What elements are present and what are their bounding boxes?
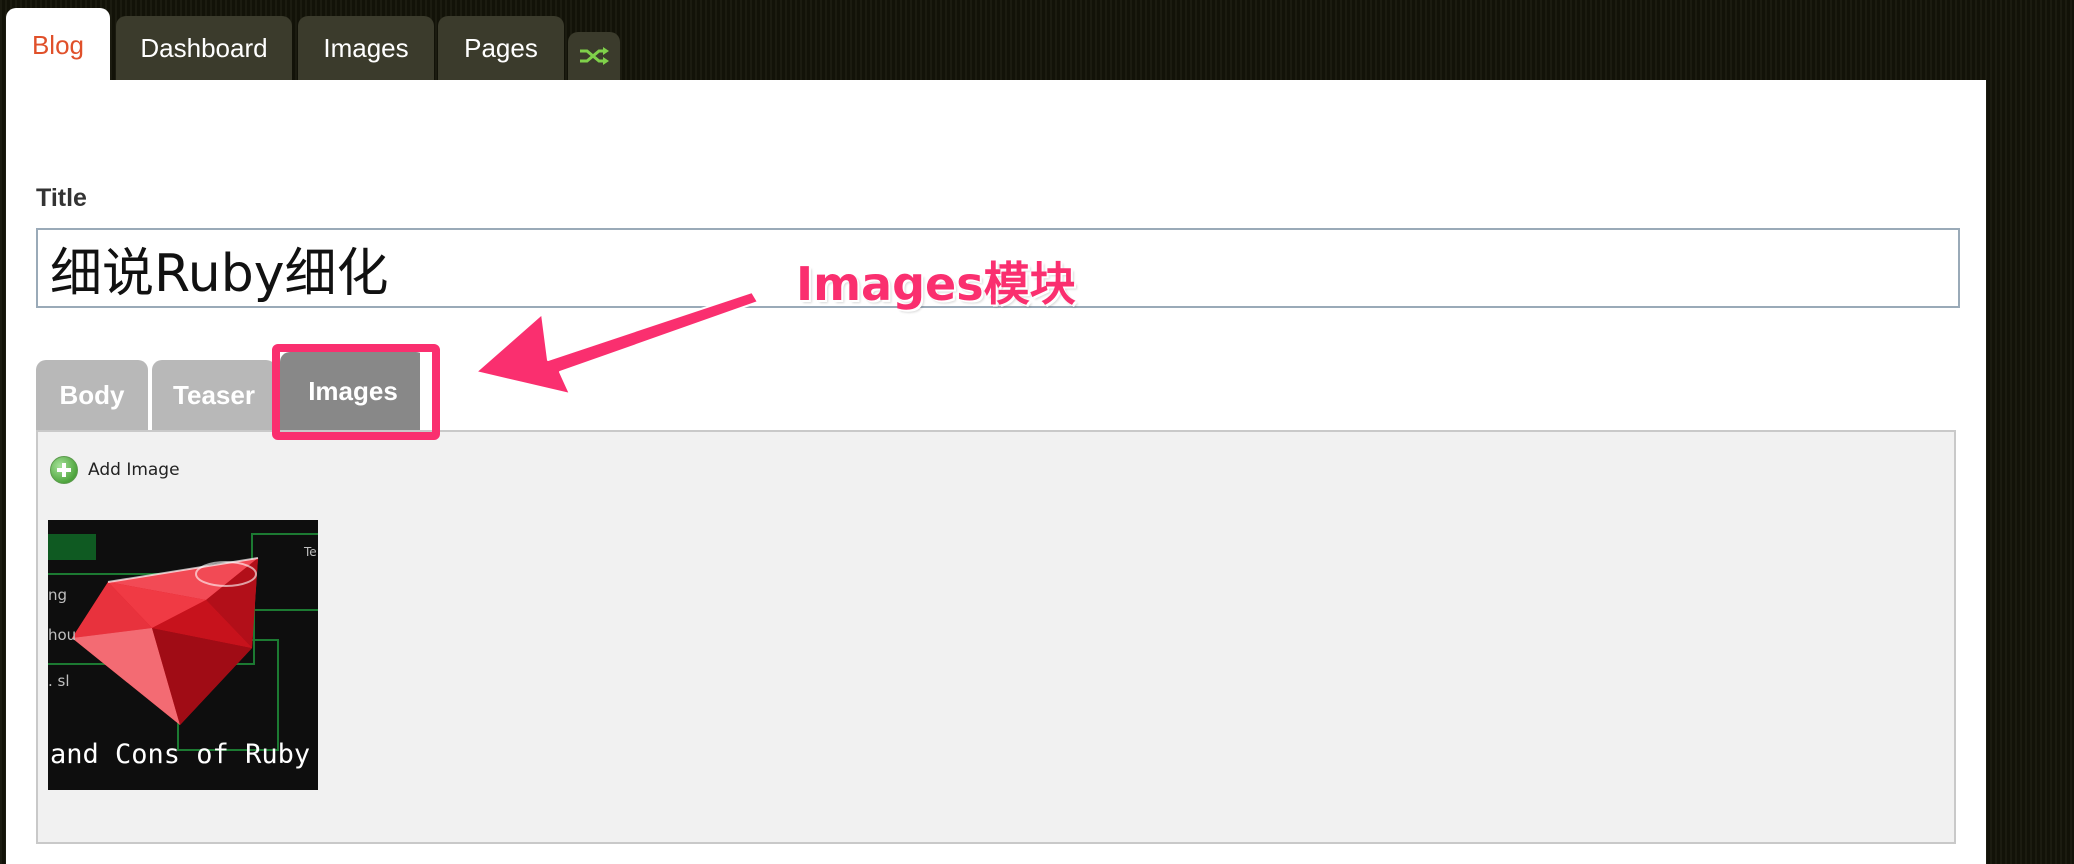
thumb-side-text: Te <box>303 545 317 559</box>
thumb-side-text: hou <box>48 626 76 644</box>
tab-images[interactable]: Images <box>280 352 426 430</box>
nav-tab-images[interactable]: Images <box>298 16 434 80</box>
thumbnail-caption: and Cons of Ruby Re <box>50 739 318 770</box>
shuffle-icon <box>580 47 609 65</box>
tab-teaser[interactable]: Teaser <box>152 360 276 430</box>
nav-tab-pages[interactable]: Pages <box>438 16 564 80</box>
plus-circle-icon <box>50 456 78 484</box>
thumb-side-text: ng <box>48 586 67 604</box>
title-label: Title <box>36 184 87 212</box>
images-panel <box>36 430 1956 844</box>
annotation-label: Images模块 <box>796 257 1076 311</box>
add-image-label: Add Image <box>88 460 180 480</box>
add-image-button[interactable]: Add Image <box>50 456 180 484</box>
nav-tab-blog[interactable]: Blog <box>6 8 110 82</box>
top-nav: Blog Dashboard Images Pages <box>0 0 2074 82</box>
tab-divider <box>420 352 426 430</box>
thumb-side-text: . sl <box>48 672 70 690</box>
ruby-gem-image: ng hou . sl Te and Cons of Ruby Re <box>48 520 318 790</box>
nav-tab-dashboard[interactable]: Dashboard <box>116 16 292 80</box>
switch-tab[interactable] <box>568 32 620 80</box>
tab-body[interactable]: Body <box>36 360 148 430</box>
image-thumbnail[interactable]: ng hou . sl Te and Cons of Ruby Re <box>48 520 318 790</box>
